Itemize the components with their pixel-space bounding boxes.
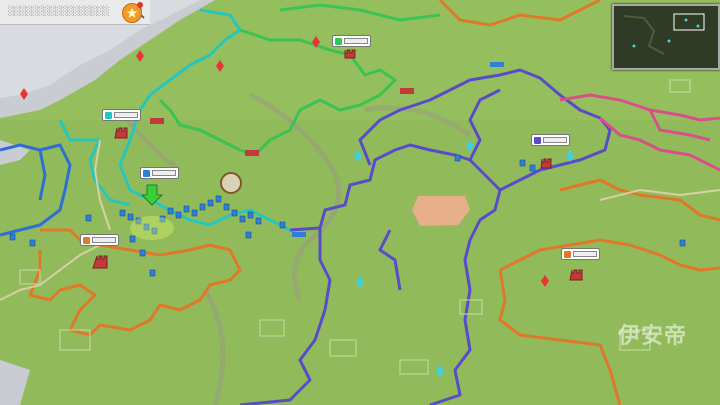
name-bar xyxy=(344,38,368,44)
player-label-green[interactable] xyxy=(332,35,371,47)
army-label-blue[interactable] xyxy=(140,167,179,179)
sword-icon xyxy=(143,169,150,177)
minimap[interactable] xyxy=(612,4,720,70)
name-bar xyxy=(152,170,176,176)
name-bar xyxy=(543,137,567,143)
name-bar xyxy=(114,112,138,118)
search-placeholder: ░░░░░░░░░░░░░░░░░ xyxy=(8,7,110,17)
shield-icon xyxy=(83,236,90,244)
player-label-orange-2[interactable] xyxy=(561,248,600,260)
player-label-purple[interactable] xyxy=(531,134,570,146)
watermark-text: 伊安帝 xyxy=(618,324,688,349)
name-bar xyxy=(92,237,116,243)
commander-avatar[interactable] xyxy=(220,172,242,194)
shield-icon xyxy=(564,250,571,258)
player-label-orange[interactable] xyxy=(80,234,119,246)
shield-icon xyxy=(105,111,112,119)
minimap-view xyxy=(614,6,718,68)
player-label-teal[interactable] xyxy=(102,109,141,121)
shield-icon xyxy=(335,37,342,45)
shield-icon xyxy=(534,136,541,144)
name-bar xyxy=(573,251,597,257)
notification-dot xyxy=(137,2,143,8)
star-icon xyxy=(126,7,138,18)
